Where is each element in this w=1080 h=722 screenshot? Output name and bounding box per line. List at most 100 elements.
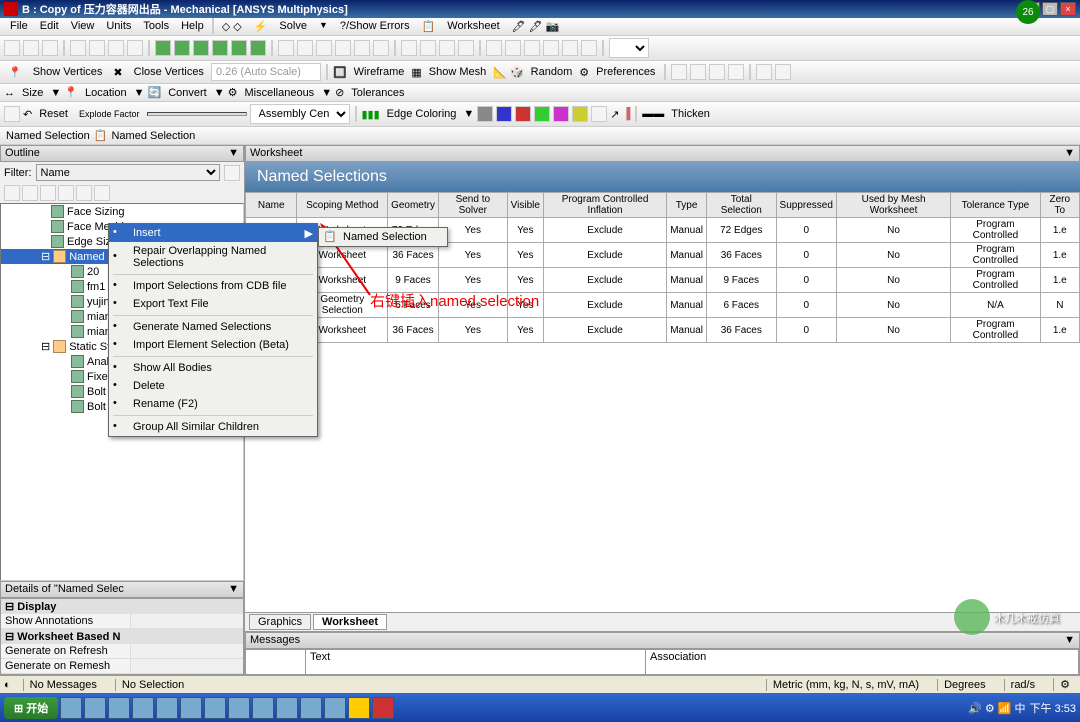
wireframe[interactable]: Wireframe [350, 66, 409, 78]
tb-select[interactable] [609, 38, 649, 58]
ctx-item[interactable]: •Delete [109, 377, 317, 395]
taskbar-app[interactable] [180, 697, 202, 719]
size-btn[interactable]: Size [18, 87, 47, 99]
taskbar-app[interactable] [108, 697, 130, 719]
tb-btn[interactable] [70, 40, 86, 56]
convert-btn[interactable]: Convert [164, 87, 211, 99]
tb-btn[interactable] [775, 64, 791, 80]
assembly-select[interactable]: Assembly Center [250, 104, 350, 124]
taskbar-app[interactable] [156, 697, 178, 719]
ctx-item[interactable]: •Generate Named Selections [109, 318, 317, 336]
tb-btn[interactable] [591, 106, 607, 122]
tb-btn[interactable] [581, 40, 597, 56]
tb-btn[interactable] [4, 106, 20, 122]
submenu-insert[interactable]: 📋Named Selection [318, 227, 448, 247]
tb-btn[interactable] [496, 106, 512, 122]
tb-btn[interactable] [534, 106, 550, 122]
system-tray[interactable]: 🔊 ⚙ 📶 中 下午 3:53 [968, 700, 1076, 716]
tb-btn[interactable] [690, 64, 706, 80]
tab-worksheet[interactable]: Worksheet [313, 614, 387, 630]
tb-btn[interactable] [524, 40, 540, 56]
tb-btn[interactable] [108, 40, 124, 56]
taskbar-app[interactable] [276, 697, 298, 719]
misc-btn[interactable]: Miscellaneous [240, 87, 318, 99]
tb-btn[interactable] [212, 40, 228, 56]
taskbar-app[interactable] [324, 697, 346, 719]
preferences[interactable]: Preferences [592, 66, 659, 78]
tb-btn[interactable] [553, 106, 569, 122]
tb-btn[interactable] [4, 40, 20, 56]
tb-btn[interactable] [22, 185, 38, 201]
taskbar-app[interactable] [372, 697, 394, 719]
menu-extra[interactable]: ◇ ◇ [216, 18, 248, 35]
tb-btn[interactable] [89, 40, 105, 56]
tb-btn[interactable] [316, 40, 332, 56]
show-vertices[interactable]: Show Vertices [29, 66, 107, 78]
tb-btn[interactable] [250, 40, 266, 56]
show-mesh[interactable]: Show Mesh [425, 66, 490, 78]
tb-btn[interactable] [420, 40, 436, 56]
thicken-btn[interactable]: Thicken [667, 108, 714, 120]
taskbar-app[interactable] [228, 697, 250, 719]
menu-show-errors[interactable]: ?/Show Errors [334, 18, 416, 35]
tb-btn[interactable] [127, 40, 143, 56]
tb-btn[interactable] [76, 185, 92, 201]
ctx-item[interactable]: •Group All Similar Children [109, 418, 317, 436]
tb-btn[interactable] [572, 106, 588, 122]
tb-btn[interactable] [728, 64, 744, 80]
menu-worksheet[interactable]: Worksheet [441, 18, 505, 35]
tb-btn[interactable] [562, 40, 578, 56]
menu-solve[interactable]: Solve [273, 18, 313, 35]
maximize-button[interactable]: ▢ [1042, 2, 1058, 16]
menu-view[interactable]: View [65, 18, 101, 35]
tb-btn[interactable] [756, 64, 772, 80]
tb-btn[interactable] [515, 106, 531, 122]
tb-btn[interactable] [709, 64, 725, 80]
tb-btn[interactable] [505, 40, 521, 56]
tb-btn[interactable] [354, 40, 370, 56]
tb-btn[interactable] [40, 185, 56, 201]
tb-btn[interactable] [278, 40, 294, 56]
tb-btn[interactable] [174, 40, 190, 56]
menu-tools[interactable]: Tools [137, 18, 175, 35]
context-menu[interactable]: •Insert▶•Repair Overlapping Named Select… [108, 223, 318, 437]
tb-btn[interactable] [58, 185, 74, 201]
taskbar-app[interactable] [132, 697, 154, 719]
tb-btn[interactable] [335, 40, 351, 56]
tb-btn[interactable] [486, 40, 502, 56]
reset-btn[interactable]: Reset [35, 108, 72, 120]
tb-btn[interactable] [42, 40, 58, 56]
tb-btn[interactable] [543, 40, 559, 56]
tb-btn[interactable] [231, 40, 247, 56]
auto-scale[interactable]: 0.26 (Auto Scale) [211, 63, 321, 81]
tb-btn[interactable] [4, 185, 20, 201]
filter-clear[interactable] [224, 165, 240, 181]
menu-file[interactable]: File [4, 18, 34, 35]
taskbar-app[interactable] [60, 697, 82, 719]
menu-help[interactable]: Help [175, 18, 210, 35]
tb-btn[interactable] [297, 40, 313, 56]
ctx-item[interactable]: •Export Text File [109, 295, 317, 313]
tab-graphics[interactable]: Graphics [249, 614, 311, 630]
ctx-item[interactable]: •Import Selections from CDB file [109, 277, 317, 295]
edge-coloring[interactable]: Edge Coloring [383, 108, 461, 120]
tb-btn[interactable] [193, 40, 209, 56]
ctx-item[interactable]: •Rename (F2) [109, 395, 317, 413]
taskbar-app[interactable] [252, 697, 274, 719]
location-btn[interactable]: Location [81, 87, 131, 99]
tb-btn[interactable] [671, 64, 687, 80]
filter-mode[interactable]: Name [36, 164, 221, 181]
tb-btn[interactable] [477, 106, 493, 122]
menu-units[interactable]: Units [100, 18, 137, 35]
taskbar-app[interactable] [84, 697, 106, 719]
taskbar-app[interactable] [204, 697, 226, 719]
menu-tool-icons[interactable]: 🖊 🖊 📷 [506, 18, 566, 35]
explode-slider[interactable] [147, 112, 247, 116]
taskbar-app[interactable] [300, 697, 322, 719]
start-button[interactable]: ⊞ 开始 [4, 697, 58, 719]
tb-btn[interactable] [439, 40, 455, 56]
close-vertices[interactable]: Close Vertices [130, 66, 208, 78]
ctx-item[interactable]: •Import Element Selection (Beta) [109, 336, 317, 354]
random[interactable]: Random [527, 66, 577, 78]
tb-btn[interactable] [23, 40, 39, 56]
